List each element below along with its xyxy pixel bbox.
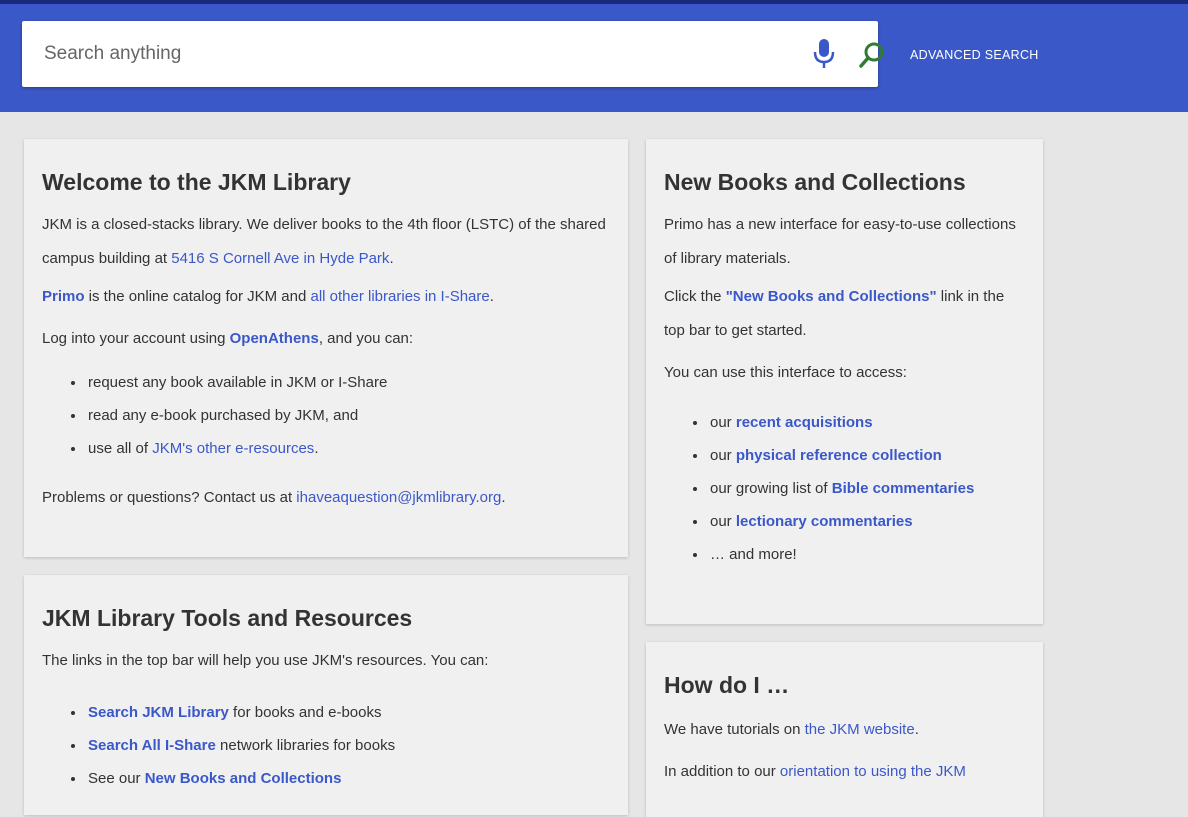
reference-collection-link[interactable]: physical reference collection [736, 447, 942, 464]
text: network libraries for books [215, 737, 396, 754]
lectionary-commentaries-link[interactable]: lectionary commentaries [736, 513, 913, 530]
text: our growing list of [710, 480, 832, 497]
list-item: our lectionary commentaries [708, 505, 1025, 538]
search-jkm-library-link[interactable]: Search JKM Library [88, 704, 229, 721]
primo-link[interactable]: Primo [42, 288, 85, 305]
list-item: request any book available in JKM or I-S… [86, 366, 610, 399]
search-all-ishare-link[interactable]: Search All I-Share [88, 737, 216, 754]
text: for books and e-books [228, 704, 382, 721]
list-item: our physical reference collection [708, 439, 1025, 472]
new-books-link[interactable]: New Books and Collections [145, 770, 342, 787]
text: . [501, 489, 506, 506]
welcome-card: Welcome to the JKM Library JKM is a clos… [24, 139, 628, 557]
new-books-title: New Books and Collections [664, 169, 966, 195]
new-books-paragraph-1: Primo has a new interface for easy-to-us… [664, 216, 1016, 267]
text: , and you can: [318, 330, 414, 347]
new-books-card: New Books and Collections Primo has a ne… [646, 139, 1043, 624]
list-item: … and more! [708, 538, 1025, 571]
openathens-link[interactable]: OpenAthens [230, 330, 319, 347]
how-do-i-title: How do I … [664, 672, 790, 698]
list-item: Search All I-Share network libraries for… [86, 729, 610, 762]
welcome-paragraph-2: Primo is the online catalog for JKM and … [42, 280, 610, 314]
orientation-link[interactable]: orientation to using the JKM [780, 763, 966, 780]
ishare-libraries-link[interactable]: all other libraries in I-Share [310, 288, 489, 305]
tools-title: JKM Library Tools and Resources [42, 605, 413, 631]
tools-list: Search JKM Library for books and e-books… [42, 696, 610, 795]
list-item: our growing list of Bible commentaries [708, 472, 1025, 505]
text: our [710, 447, 736, 464]
list-item: our recent acquisitions [708, 406, 1025, 439]
e-resources-link[interactable]: JKM's other e-resources [152, 440, 314, 457]
list-item: read any e-book purchased by JKM, and [86, 399, 610, 432]
advanced-search-link[interactable]: ADVANCED SEARCH [910, 48, 1039, 62]
text: See our [88, 770, 145, 787]
search-input[interactable] [42, 37, 746, 71]
bible-commentaries-link[interactable]: Bible commentaries [832, 480, 975, 497]
recent-acquisitions-link[interactable]: recent acquisitions [736, 414, 873, 431]
text: In addition to our [664, 763, 780, 780]
text: . [489, 288, 494, 305]
welcome-title: Welcome to the JKM Library [42, 169, 351, 195]
text: Log into your account using [42, 330, 230, 347]
how-do-i-paragraph-2: In addition to our orientation to using … [664, 755, 1025, 789]
tools-card: JKM Library Tools and Resources The link… [24, 575, 628, 815]
address-link[interactable]: 5416 S Cornell Ave in Hyde Park [171, 250, 389, 267]
list-item: use all of JKM's other e-resources. [86, 432, 610, 465]
welcome-paragraph-1: JKM is a closed-stacks library. We deliv… [42, 208, 610, 276]
tools-intro: The links in the top bar will help you u… [42, 652, 489, 669]
how-do-i-paragraph-1: We have tutorials on the JKM website. [664, 713, 1025, 747]
welcome-paragraph-4: Problems or questions? Contact us at iha… [42, 481, 610, 515]
text: use all of [88, 440, 153, 457]
welcome-paragraph-3: Log into your account using OpenAthens, … [42, 322, 610, 356]
top-bar: ADVANCED SEARCH [0, 0, 1188, 112]
search-box [22, 21, 884, 87]
text: Problems or questions? Contact us at [42, 489, 297, 506]
jkm-website-link[interactable]: the JKM website [805, 721, 915, 738]
new-books-paragraph-2: Click the "New Books and Collections" li… [664, 280, 1025, 348]
search-icon[interactable] [856, 39, 888, 71]
new-books-paragraph-3: You can use this interface to access: [664, 364, 907, 381]
text: our [710, 414, 736, 431]
microphone-icon[interactable] [810, 37, 838, 71]
text: . [314, 440, 319, 457]
text: . [914, 721, 919, 738]
text: our [710, 513, 736, 530]
new-books-collections-link[interactable]: "New Books and Collections" [726, 288, 937, 305]
welcome-list: request any book available in JKM or I-S… [42, 366, 610, 465]
list-item: Search JKM Library for books and e-books [86, 696, 610, 729]
text: . [389, 250, 394, 267]
text: We have tutorials on [664, 721, 805, 738]
new-books-list: our recent acquisitions our physical ref… [664, 406, 1025, 571]
how-do-i-card: How do I … We have tutorials on the JKM … [646, 642, 1043, 817]
text: is the online catalog for JKM and [84, 288, 311, 305]
email-link[interactable]: ihaveaquestion@jkmlibrary.org [296, 489, 501, 506]
text: Click the [664, 288, 726, 305]
list-item: See our New Books and Collections [86, 762, 610, 795]
